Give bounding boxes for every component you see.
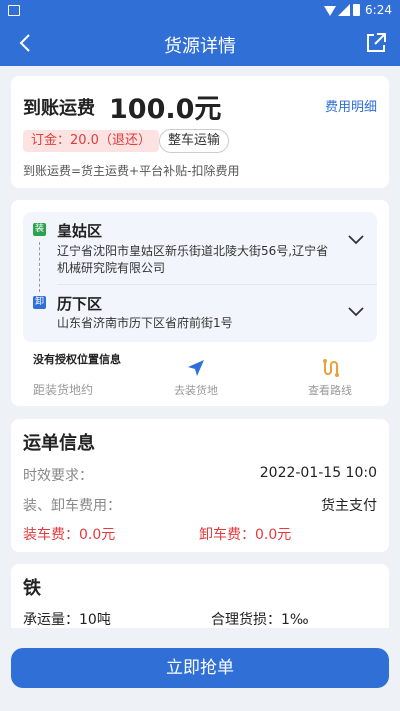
cargo-loss: 合理货损：1‰ (211, 612, 309, 628)
unload-district: 历下区 (57, 295, 103, 313)
status-time: 6:24 (365, 3, 392, 17)
fee-value: 货主支付 (321, 498, 377, 514)
no-location-auth[interactable]: 没有授权位置信息 (33, 351, 121, 367)
route-addresses: 装 皇姑区 辽宁省沈阳市皇姑区新乐街道北陵大街56号,辽宁省机械研究院有限公司 … (23, 212, 377, 342)
go-load-button[interactable]: 去装货地 (156, 358, 236, 398)
route-connector (39, 242, 40, 292)
deposit-badge: 订金：20.0（退还） (23, 130, 159, 152)
waybill-heading: 运单信息 (23, 433, 95, 454)
time-label: 时效要求： (23, 468, 93, 484)
view-route-button[interactable]: 查看路线 (290, 358, 370, 398)
transport-type-badge: 整车运输 (159, 129, 230, 153)
chevron-down-icon[interactable] (347, 234, 365, 246)
fare-card: 到账运费 100.0元 费用明细 订金：20.0（退还） 整车运输 到账运费=货… (11, 76, 389, 188)
time-value: 2022-01-15 10:0 (259, 465, 377, 481)
unload-tag: 卸 (33, 296, 46, 309)
fee-detail-link[interactable]: 费用明细 (325, 96, 377, 115)
chevron-down-icon[interactable] (347, 306, 365, 318)
view-route-label: 查看路线 (308, 384, 352, 397)
wifi-signal-icon (324, 4, 350, 16)
notification-icon (8, 5, 20, 16)
fee-label: 装、卸车费用： (23, 498, 121, 514)
fare-formula: 到账运费=货主运费+平台补贴-扣除费用 (23, 164, 240, 178)
nav-bar: 货源详情 (0, 20, 400, 66)
go-load-label: 去装货地 (174, 384, 218, 397)
page-title: 货源详情 (164, 36, 236, 57)
load-tag: 装 (33, 223, 46, 236)
waybill-card: 运单信息 时效要求： 2022-01-15 10:0 装、卸车费用： 货主支付 … (11, 419, 389, 552)
load-district: 皇姑区 (57, 222, 103, 240)
unload-fee: 卸车费：0.0元 (199, 527, 292, 543)
route-card: 装 皇姑区 辽宁省沈阳市皇姑区新乐街道北陵大街56号,辽宁省机械研究院有限公司 … (11, 200, 389, 406)
unload-address: 山东省济南市历下区省府前街1号 (57, 316, 233, 330)
divider (57, 284, 377, 285)
route-icon (323, 359, 339, 377)
fare-label: 到账运费 (23, 98, 95, 119)
cargo-name: 铁 (23, 578, 41, 599)
status-bar: 6:24 (0, 0, 400, 20)
navigation-arrow-icon (188, 360, 204, 376)
cargo-capacity: 承运量：10吨 (23, 612, 111, 628)
distance-label: 距装货地约 (33, 383, 94, 397)
grab-order-button[interactable]: 立即抢单 (11, 648, 389, 688)
fare-amount: 100.0元 (109, 94, 222, 125)
load-address: 辽宁省沈阳市皇姑区新乐街道北陵大街56号,辽宁省机械研究院有限公司 (57, 244, 329, 275)
share-icon[interactable] (364, 31, 388, 55)
load-fee: 装车费：0.0元 (23, 527, 116, 543)
battery-icon (353, 4, 360, 16)
